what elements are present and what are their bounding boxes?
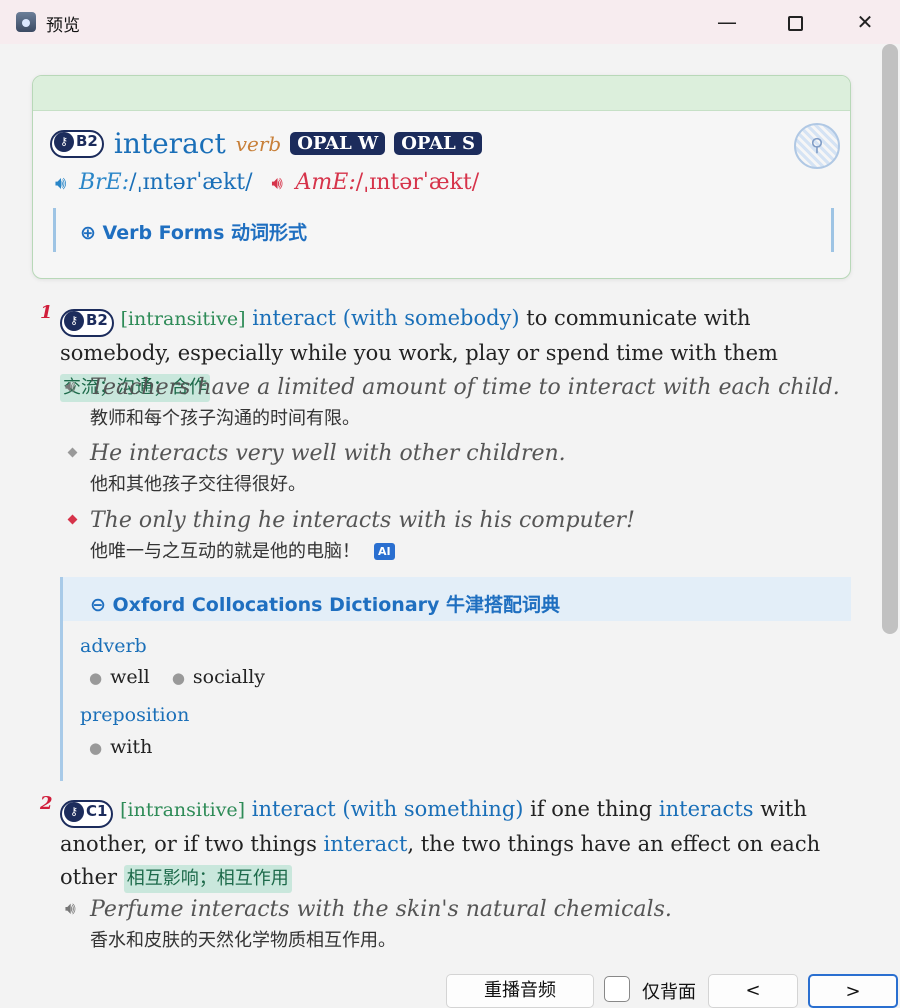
entry-header-card: ⚷ B2 interact verb OPAL W OPAL S ⚲ 🔊︎ BrE:… bbox=[32, 75, 851, 279]
chinese-translation: 相互影响；相互作用 bbox=[123, 865, 292, 893]
next-button[interactable]: > bbox=[808, 974, 898, 1008]
collocation-form: interact (with something) bbox=[251, 797, 524, 821]
previous-button[interactable]: < bbox=[708, 974, 798, 1008]
opal-s-badge: OPAL S bbox=[394, 132, 483, 155]
card-header-band bbox=[33, 76, 850, 111]
verb-forms-toggle[interactable]: ⊕ Verb Forms 动词形式 bbox=[80, 218, 307, 245]
speaker-icon[interactable]: 🔊︎ bbox=[65, 899, 87, 919]
ai-badge[interactable]: AI bbox=[374, 543, 395, 560]
bullet-icon bbox=[67, 447, 78, 458]
collocation-items: ● with bbox=[89, 736, 153, 758]
speaker-icon[interactable]: 🔊︎ bbox=[65, 377, 87, 397]
back-only-checkbox[interactable] bbox=[604, 976, 630, 1002]
replay-audio-button[interactable]: 重播音频 bbox=[446, 974, 594, 1008]
example-chinese: 他唯一与之互动的就是他的电脑！ AI bbox=[90, 537, 845, 563]
close-button[interactable]: ✕ bbox=[842, 8, 888, 36]
maximize-button[interactable] bbox=[772, 8, 818, 36]
scrollbar-thumb[interactable] bbox=[882, 44, 898, 634]
key-icon: ⚷ bbox=[64, 802, 84, 822]
scrollbar[interactable] bbox=[880, 44, 900, 974]
collocation-item: with bbox=[110, 736, 153, 758]
key-icon: ⚷ bbox=[64, 311, 84, 331]
level-badge: ⚷ B2 bbox=[50, 129, 104, 158]
example-2-1: 🔊︎ Perfume interacts with the skin's nat… bbox=[65, 897, 845, 952]
collocations-toggle[interactable]: ⊖ Oxford Collocations Dictionary 牛津搭配词典 bbox=[90, 590, 560, 617]
sense-number: 2 bbox=[40, 793, 53, 814]
bullet-icon bbox=[67, 514, 78, 525]
pron-am: /ˌɪntərˈækt/ bbox=[355, 170, 480, 195]
minimize-button[interactable]: — bbox=[704, 8, 750, 36]
oxford-seal-icon: ⚲ bbox=[794, 123, 840, 169]
example-1-2: He interacts very well with other childr… bbox=[65, 441, 845, 496]
title-bar: 预览 — ✕ bbox=[0, 0, 900, 44]
example-chinese: 他和其他孩子交往得很好。 bbox=[90, 474, 306, 495]
key-icon: ⚷ bbox=[54, 131, 74, 152]
level-badge: ⚷ B2 bbox=[60, 309, 114, 337]
example-english: He interacts very well with other childr… bbox=[90, 441, 566, 466]
window-title: 预览 bbox=[46, 16, 80, 36]
pronunciation-row: 🔊︎ BrE:/ˌɪntərˈækt/ 🔊︎ AmE:/ˌɪntərˈækt/ bbox=[55, 170, 480, 195]
example-chinese: 教师和每个孩子沟通的时间有限。 bbox=[90, 408, 360, 429]
example-english: Teachers have a limited amount of time t… bbox=[90, 375, 840, 400]
pron-am-label: AmE bbox=[295, 170, 349, 195]
headword: interact bbox=[113, 127, 226, 160]
collocation-item: socially bbox=[192, 666, 266, 688]
example-english: The only thing he interacts with is his … bbox=[90, 508, 635, 533]
pron-br-label: BrE bbox=[79, 170, 122, 195]
opal-w-badge: OPAL W bbox=[290, 132, 386, 155]
collocation-items: ● well ● socially bbox=[89, 666, 266, 688]
verb-forms-box[interactable]: ⊕ Verb Forms 动词形式 bbox=[53, 208, 834, 252]
pron-br: /ˌɪntərˈækt/ bbox=[129, 170, 253, 195]
app-icon bbox=[16, 12, 36, 32]
collocations-box: ⊖ Oxford Collocations Dictionary 牛津搭配词典 … bbox=[60, 577, 851, 781]
collocations-header[interactable]: ⊖ Oxford Collocations Dictionary 牛津搭配词典 bbox=[63, 577, 851, 621]
speaker-br-icon[interactable]: 🔊︎ bbox=[55, 173, 79, 194]
example-1-3: The only thing he interacts with is his … bbox=[65, 508, 845, 563]
maximize-icon bbox=[787, 16, 803, 31]
collocation-category: preposition bbox=[80, 704, 190, 726]
speaker-am-icon[interactable]: 🔊︎ bbox=[272, 173, 296, 194]
grammar-label: [intransitive] bbox=[120, 308, 246, 330]
collocation-category: adverb bbox=[80, 635, 147, 657]
sense-2: 2 ⚷ C1 [intransitive] interact (with some… bbox=[40, 793, 852, 894]
level-badge: ⚷ C1 bbox=[60, 800, 114, 828]
collocation-item: well bbox=[110, 666, 150, 688]
example-english: Perfume interacts with the skin's natura… bbox=[90, 897, 672, 922]
cross-ref-link[interactable]: interacts bbox=[659, 797, 754, 821]
headword-row: ⚷ B2 interact verb OPAL W OPAL S bbox=[50, 127, 483, 160]
example-chinese: 香水和皮肤的天然化学物质相互作用。 bbox=[90, 930, 396, 951]
example-1-1: 🔊︎ Teachers have a limited amount of tim… bbox=[65, 375, 845, 430]
grammar-label: [intransitive] bbox=[120, 799, 246, 821]
back-only-label: 仅背面 bbox=[642, 982, 696, 1003]
sense-number: 1 bbox=[40, 302, 53, 323]
cross-ref-link[interactable]: interact bbox=[324, 832, 408, 856]
part-of-speech: verb bbox=[235, 131, 282, 156]
bottom-toolbar: 重播音频 仅背面 < > bbox=[0, 968, 900, 1008]
collocation-form: interact (with somebody) bbox=[252, 306, 520, 330]
